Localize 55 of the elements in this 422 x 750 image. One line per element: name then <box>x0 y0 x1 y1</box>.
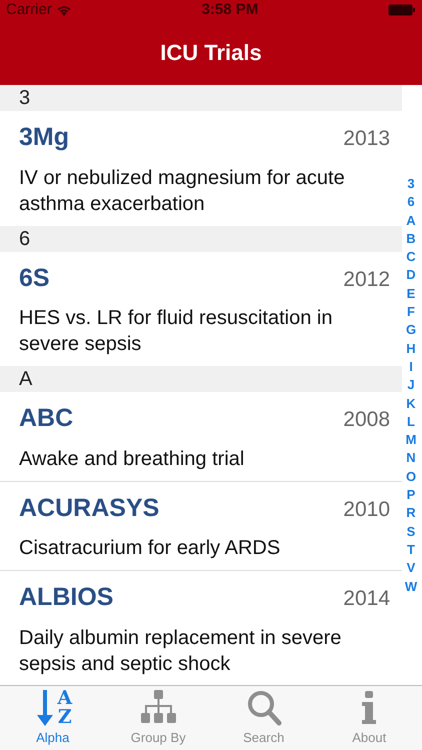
battery-icon <box>388 4 416 16</box>
trial-description: Daily albumin replacement in severe sepsis and septic shock <box>19 626 342 676</box>
trial-name: ABC <box>19 403 74 434</box>
trial-description: Cisatracurium for early ARDS <box>19 536 282 561</box>
index-letter[interactable]: A <box>406 212 416 230</box>
index-letter[interactable]: S <box>406 522 416 541</box>
index-letter[interactable]: 3 <box>407 175 415 194</box>
index-letter[interactable]: C <box>406 248 416 266</box>
wifi-icon <box>56 4 72 16</box>
trial-year: 2012 <box>343 266 390 292</box>
tab-button[interactable]: A Z Alpha <box>0 686 106 750</box>
index-letter[interactable]: V <box>406 559 416 578</box>
index-letter[interactable]: P <box>406 486 416 504</box>
tab-button[interactable]: Group By <box>106 686 211 750</box>
trial-name: ALBIOS <box>19 582 114 613</box>
index-letter[interactable]: T <box>407 540 415 560</box>
tab-button[interactable]: About <box>316 686 422 750</box>
trial-year: 2008 <box>343 407 390 433</box>
trial-name: ACURASYS <box>19 492 160 524</box>
index-letter[interactable]: D <box>406 266 416 285</box>
trial-name: 6S <box>19 262 50 294</box>
tab-button[interactable]: Search <box>211 686 316 750</box>
index-letter[interactable]: K <box>406 394 416 413</box>
index-letter[interactable]: N <box>406 449 416 468</box>
index-letter[interactable]: J <box>407 376 415 395</box>
index-letter[interactable]: F <box>407 303 415 322</box>
section-header: 3 <box>0 85 402 111</box>
trial-year: 2013 <box>343 126 390 152</box>
index-letter[interactable]: W <box>404 578 418 596</box>
status-time: 3:58 PM <box>202 0 258 20</box>
index-letter[interactable]: B <box>406 230 416 248</box>
index-letter[interactable]: G <box>406 321 416 340</box>
index-letter[interactable]: O <box>406 468 416 486</box>
trial-description: Awake and breathing trial <box>19 446 246 472</box>
sort-letters: A Z <box>57 688 72 726</box>
section-header: A <box>0 366 402 392</box>
trial-description: IV or nebulized magnesium for acute asthma exacerbation <box>19 166 346 216</box>
trial-row[interactable]: ABC 2008 Awake and breathing trial <box>0 392 402 480</box>
index-letter[interactable]: E <box>406 284 416 304</box>
index-letter[interactable]: R <box>406 504 416 523</box>
index-letter[interactable]: 6 <box>407 193 415 212</box>
index-letter[interactable]: H <box>406 340 416 358</box>
trial-row[interactable]: 6S 2012 HES vs. LR for fluid resuscitation in severe sepsis <box>0 252 402 366</box>
trial-description: HES vs. LR for fluid resuscitation in severe sepsis <box>19 306 334 357</box>
nav-title: ICU Trials <box>160 39 262 67</box>
index-letter[interactable]: L <box>407 412 415 432</box>
trial-row[interactable]: 3Mg 2013 IV or nebulized magnesium for acute asthma exacerbation <box>0 111 402 226</box>
section-header: 6 <box>0 226 402 252</box>
trial-year: 2014 <box>343 586 390 612</box>
trial-row[interactable]: ACURASYS 2010 Cisatracurium for early ARDS <box>0 480 402 570</box>
trial-name: 3Mg <box>19 122 69 153</box>
index-letter[interactable]: I <box>409 358 413 376</box>
trial-year: 2010 <box>343 496 390 522</box>
carrier-label: Carrier <box>6 0 52 20</box>
index-letter[interactable]: M <box>406 431 416 450</box>
